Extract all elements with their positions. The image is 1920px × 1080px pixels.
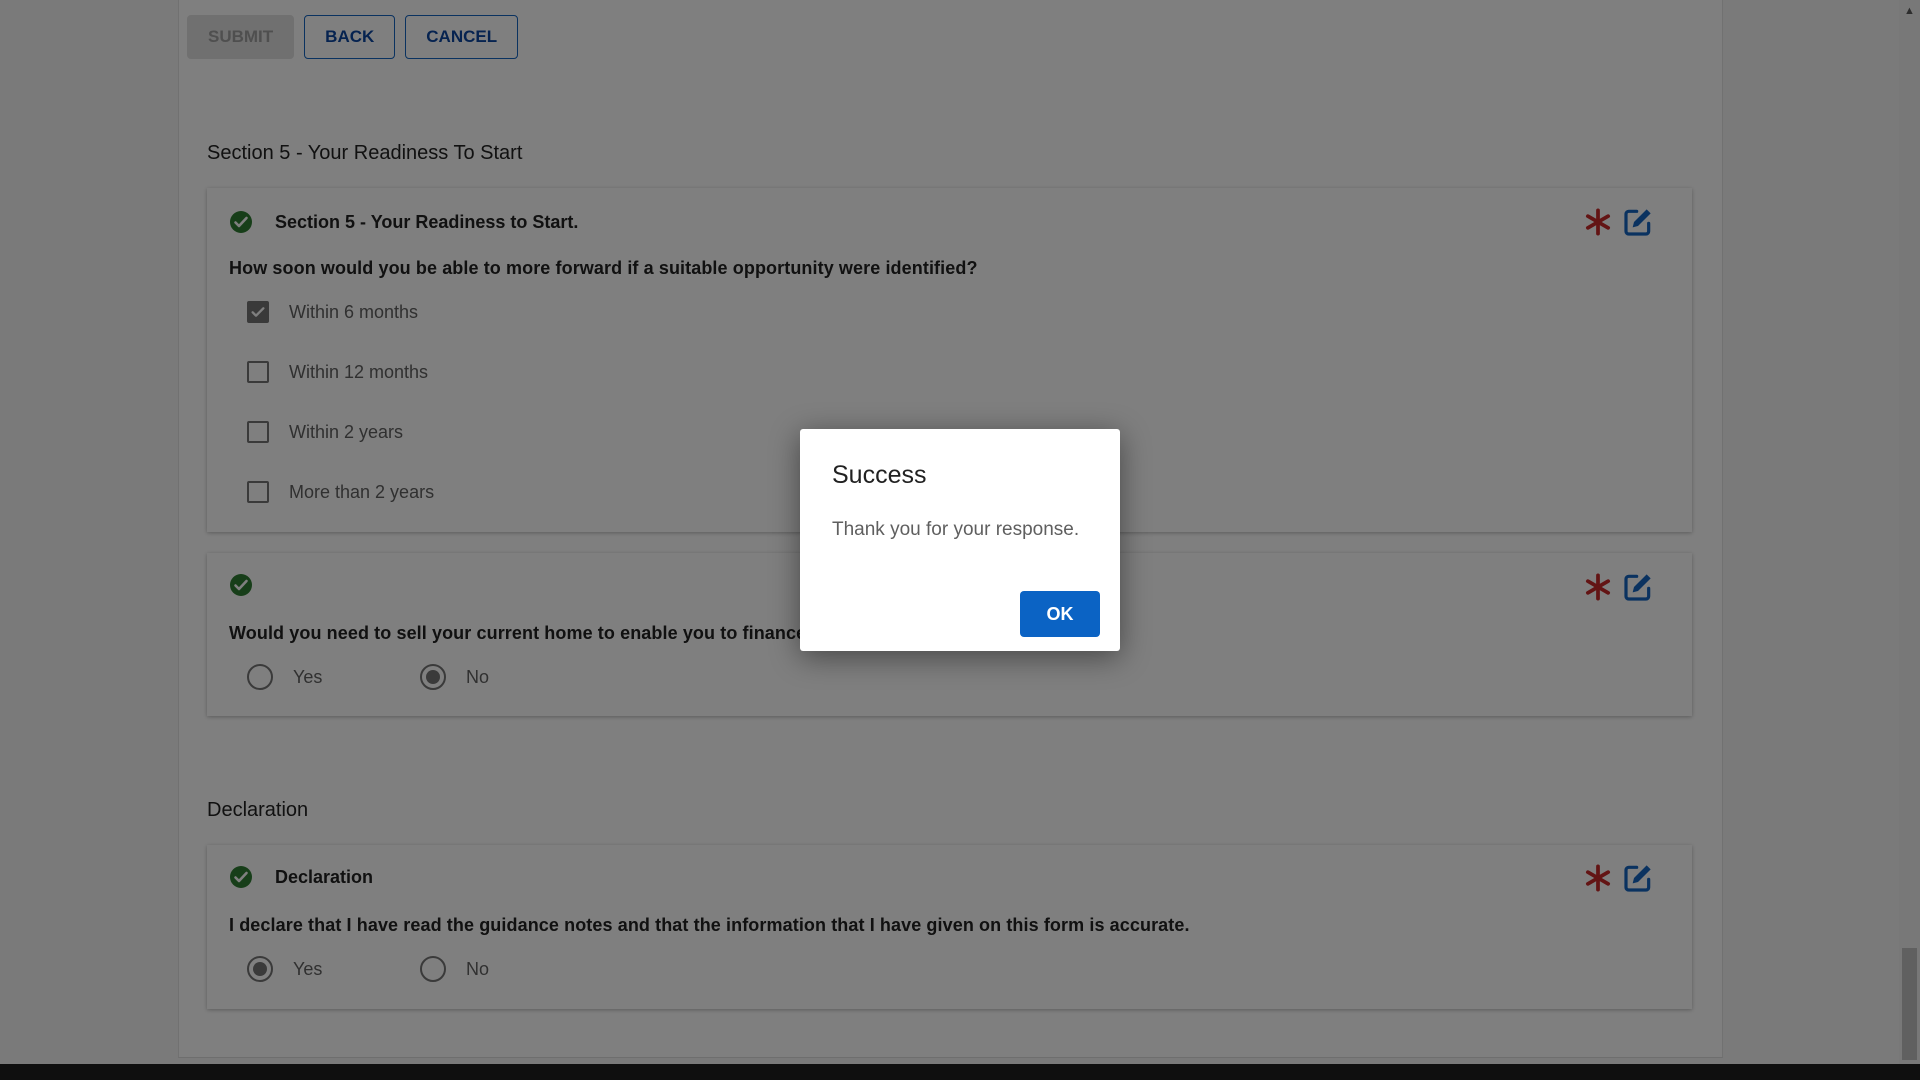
- success-dialog: Success Thank you for your response. OK: [800, 429, 1120, 651]
- dialog-title: Success: [832, 461, 927, 489]
- ok-button[interactable]: OK: [1020, 591, 1100, 637]
- dialog-message: Thank you for your response.: [832, 519, 1080, 540]
